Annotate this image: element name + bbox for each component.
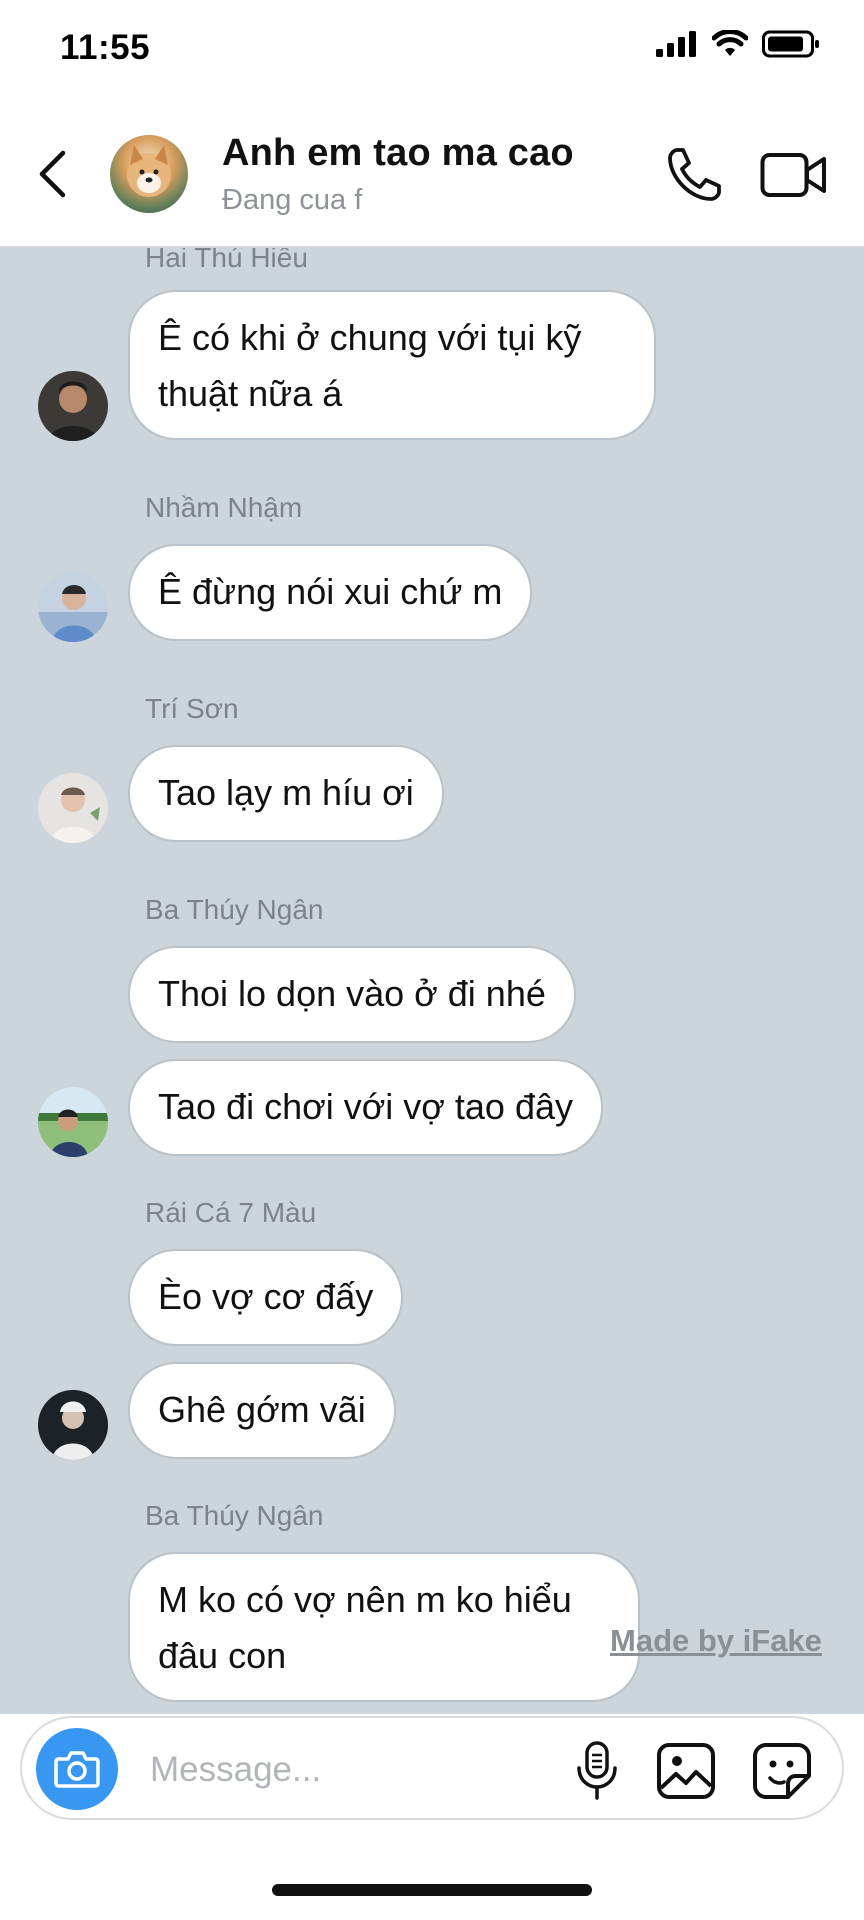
sender-avatar[interactable]: [38, 1087, 108, 1157]
microphone-icon: [577, 1741, 617, 1800]
cellular-signal-icon: [656, 31, 696, 57]
chat-title: Anh em tao ma cao: [222, 132, 574, 174]
battery-icon: [762, 30, 819, 58]
sender-avatar[interactable]: [38, 773, 108, 843]
chat-header: Anh em tao ma cao Đang cua f: [0, 100, 864, 248]
message-bubble[interactable]: Thoi lo dọn vào ở đi nhé: [128, 946, 576, 1043]
phone-icon: [668, 148, 721, 201]
message-composer: [20, 1716, 844, 1820]
status-time: 11:55: [60, 28, 151, 67]
image-icon: [657, 1743, 715, 1799]
message-bubble[interactable]: Ghê gớm vãi: [128, 1362, 396, 1459]
wifi-icon: [712, 30, 748, 56]
message-input[interactable]: [150, 1746, 450, 1794]
message-bubble[interactable]: Tao lạy m híu ơi: [128, 745, 444, 842]
watermark[interactable]: Made by iFake: [610, 1623, 822, 1659]
dog-avatar-image: [127, 145, 171, 197]
composer-area: [0, 1714, 864, 1920]
video-camera-icon: [760, 153, 826, 197]
sender-name: Nhầm Nhậm: [145, 492, 303, 523]
profile-photo-image: [38, 371, 108, 441]
message-bubble[interactable]: Ê có khi ở chung với tụi kỹ thuật nữa á: [128, 290, 656, 440]
sender-name: Ba Thúy Ngân: [145, 1500, 324, 1531]
sender-name: Ba Thúy Ngân: [145, 894, 324, 925]
status-icons: [656, 30, 820, 58]
chat-message-list[interactable]: Hai Thú Hiếu Ê có khi ở chung với tụi kỹ…: [0, 248, 864, 1714]
sender-avatar[interactable]: [38, 572, 108, 642]
sender-avatar[interactable]: [38, 371, 108, 441]
voice-call-button[interactable]: [665, 146, 723, 204]
sticker-button[interactable]: [752, 1742, 812, 1800]
chevron-left-icon: [39, 150, 66, 198]
camera-button[interactable]: [36, 1728, 118, 1810]
home-indicator: [272, 1884, 592, 1896]
status-bar: 11:55: [0, 0, 864, 100]
group-avatar[interactable]: [110, 135, 188, 213]
video-call-button[interactable]: [760, 150, 828, 200]
chat-status: Đang cua f: [222, 184, 363, 216]
message-bubble[interactable]: M ko có vợ nên m ko hiểu đâu con: [128, 1552, 640, 1702]
message-bubble[interactable]: Ê đừng nói xui chứ m: [128, 544, 533, 641]
profile-photo-image: [38, 1390, 108, 1460]
back-button[interactable]: [30, 144, 74, 204]
sticker-icon: [753, 1743, 811, 1799]
message-bubble[interactable]: Tao đi chơi với vợ tao đây: [128, 1059, 604, 1156]
sender-name: Trí Sơn: [145, 693, 239, 724]
sender-name: Hai Thú Hiếu: [145, 248, 308, 273]
message-bubble[interactable]: Èo vợ cơ đấy: [128, 1249, 404, 1346]
camera-icon: [54, 1751, 100, 1788]
voice-message-button[interactable]: [570, 1740, 624, 1802]
gallery-button[interactable]: [656, 1742, 716, 1800]
sender-name: Rái Cá 7 Màu: [145, 1197, 317, 1228]
profile-photo-image: [38, 572, 108, 642]
sender-avatar[interactable]: [38, 1390, 108, 1460]
profile-photo-image: [38, 1087, 108, 1157]
profile-photo-image: [38, 773, 108, 843]
